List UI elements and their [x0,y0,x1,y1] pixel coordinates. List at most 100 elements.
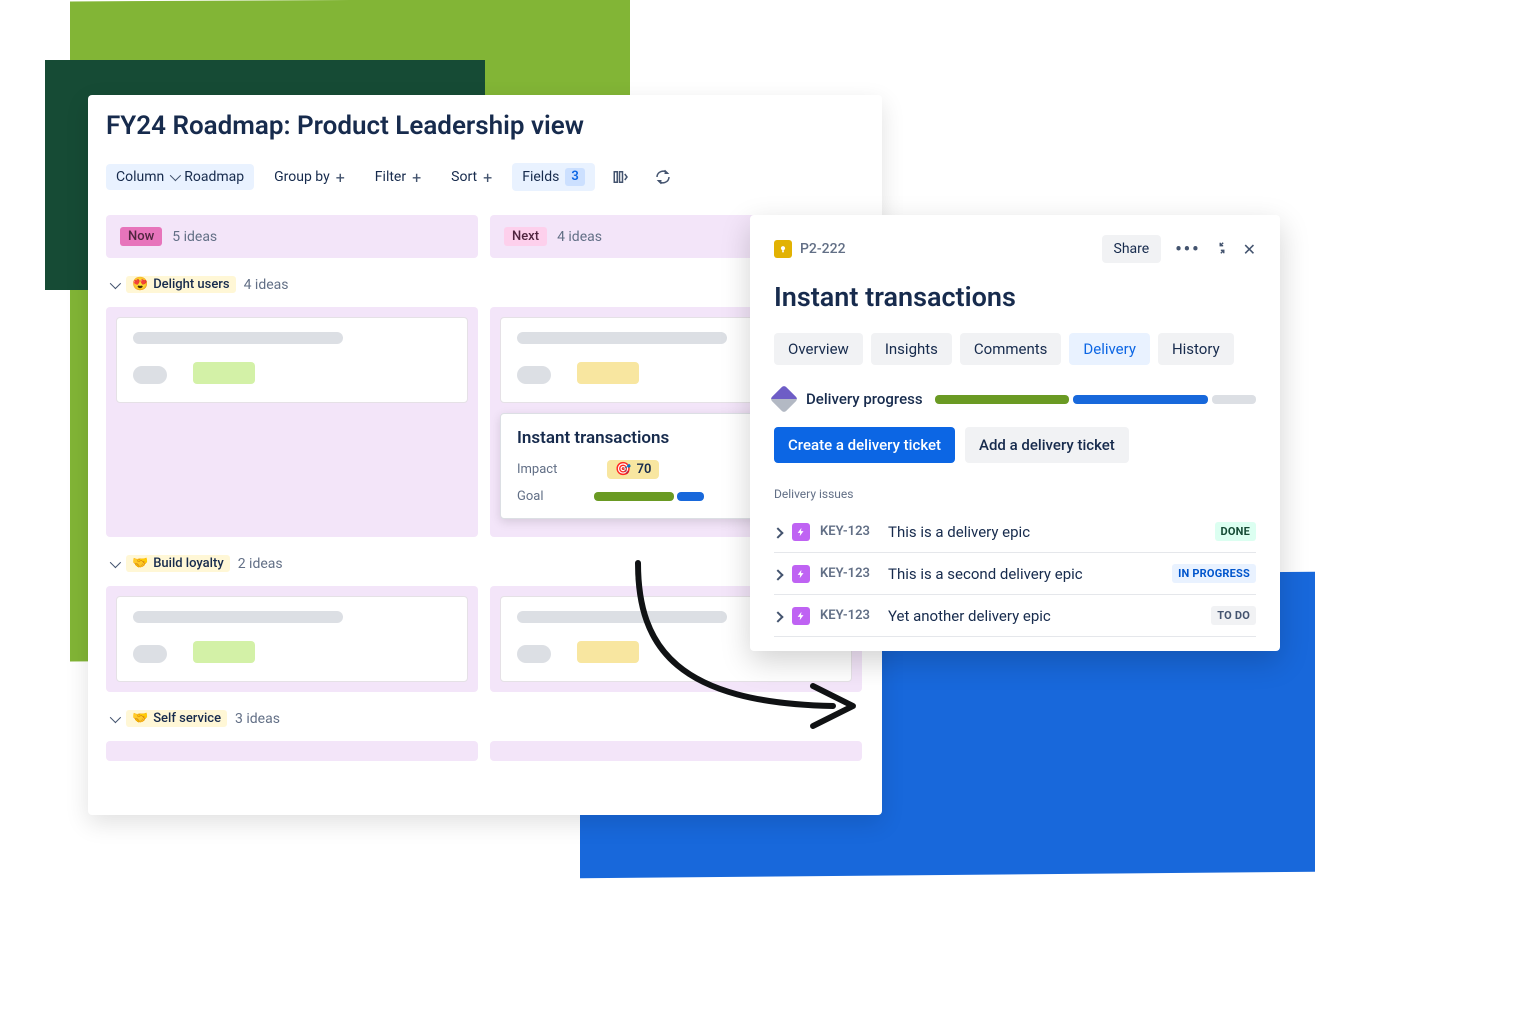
group-name: Build loyalty [153,556,224,571]
placeholder-dot [517,645,551,663]
close-icon[interactable] [1243,240,1256,259]
placeholder-pill [193,362,255,384]
group-pill: 😍 Delight users [126,276,236,293]
chevron-down-icon [110,556,118,572]
fields-count: 3 [565,168,584,186]
group-by-label: Group by [274,169,330,185]
panel-tabs: Overview Insights Comments Delivery Hist… [774,333,1256,365]
column-header: Now 5 ideas [106,215,478,258]
filter-label: Filter [375,169,406,185]
plus-icon [412,168,421,187]
placeholder-pill [577,362,639,384]
issue-title: Yet another delivery epic [888,607,1201,625]
emoji-handshake-icon: 🤝 [132,711,148,726]
group-pill: 🤝 Self service [126,710,227,727]
sort-button[interactable]: Sort [441,163,502,192]
delivery-issue-row[interactable]: KEY-123 Yet another delivery epic TO DO [774,595,1256,637]
tab-history[interactable]: History [1158,333,1234,365]
column-label: Column [116,169,164,185]
plus-icon [336,168,345,187]
chevron-down-icon [110,277,118,293]
delivery-progress-bar [935,395,1256,404]
issue-title: This is a delivery epic [888,523,1205,541]
column-settings-button[interactable] [605,161,637,193]
group-name: Delight users [153,277,229,292]
epic-icon [792,607,810,625]
delivery-issue-row[interactable]: KEY-123 This is a delivery epic DONE [774,511,1256,553]
tab-comments[interactable]: Comments [960,333,1062,365]
fields-button[interactable]: Fields 3 [512,163,595,191]
placeholder-dot [133,645,167,663]
group-by-button[interactable]: Group by [264,163,355,192]
impact-label: Impact [517,462,557,477]
progress-segment-todo [1212,395,1256,404]
placeholder-pill [577,641,639,663]
placeholder-dot [133,366,167,384]
autosave-button[interactable] [647,161,679,193]
idea-card-placeholder[interactable] [116,596,468,682]
epic-icon [792,523,810,541]
collapse-icon[interactable] [1215,240,1229,259]
more-actions-button[interactable]: ••• [1175,239,1200,260]
card-stack [490,741,862,761]
status-lozenge: DONE [1215,522,1256,541]
goal-progress-bar [594,492,704,501]
chevron-down-icon [170,169,178,185]
impact-value-pill: 🎯 70 [607,460,659,479]
group-ideas: 3 ideas [235,711,280,727]
placeholder-pill [193,641,255,663]
target-icon: 🎯 [615,462,631,477]
cell-now-delight [106,307,478,537]
filter-button[interactable]: Filter [365,163,431,192]
column-value: Roadmap [184,169,244,185]
chevron-right-icon [774,607,782,625]
delivery-issue-row[interactable]: KEY-123 This is a second delivery epic I… [774,553,1256,595]
progress-segment-inprogress [1073,395,1208,404]
placeholder-line [517,332,727,344]
panel-header-right: Share ••• [1102,235,1257,263]
board-toolbar: Column Roadmap Group by Filter Sort Fiel… [106,161,864,193]
share-button[interactable]: Share [1102,235,1162,263]
epic-icon [792,565,810,583]
idea-card-placeholder[interactable] [116,317,468,403]
delivery-cta-row: Create a delivery ticket Add a delivery … [774,427,1256,463]
create-delivery-ticket-button[interactable]: Create a delivery ticket [774,427,955,463]
chevron-right-icon [774,523,782,541]
idea-type-icon [774,240,792,258]
tab-delivery[interactable]: Delivery [1069,333,1150,365]
issue-key: KEY-123 [820,566,878,581]
chevron-down-icon [110,711,118,727]
delivery-diamond-icon [770,385,798,413]
add-delivery-ticket-button[interactable]: Add a delivery ticket [965,427,1129,463]
goal-label: Goal [517,489,544,504]
column-tag-next: Next [504,227,547,246]
card-stack [106,307,478,537]
placeholder-line [133,332,343,344]
issue-key[interactable]: P2-222 [800,241,846,257]
emoji-heart-eyes-icon: 😍 [132,277,148,292]
impact-value: 70 [637,462,652,477]
goal-segment-blue [677,492,704,501]
placeholder-dot [517,366,551,384]
fields-label: Fields [522,169,559,185]
tab-overview[interactable]: Overview [774,333,863,365]
board-title: FY24 Roadmap: Product Leadership view [106,111,864,141]
row-self-service [106,741,864,761]
issue-title: This is a second delivery epic [888,565,1162,583]
group-self-service[interactable]: 🤝 Self service 3 ideas [106,702,864,735]
plus-icon [483,168,492,187]
ideas-count: 4 ideas [557,229,602,245]
delivery-progress-label: Delivery progress [806,390,923,408]
chevron-right-icon [774,565,782,583]
group-pill: 🤝 Build loyalty [126,555,230,572]
status-lozenge: IN PROGRESS [1172,564,1256,583]
placeholder-line [517,611,727,623]
cell-now-self [106,741,478,761]
emoji-handshake-icon: 🤝 [132,556,148,571]
issue-key: KEY-123 [820,608,878,623]
cell-next-self [490,741,862,761]
column-selector[interactable]: Column Roadmap [106,164,254,190]
panel-header-left: P2-222 [774,240,846,258]
delivery-issues-label: Delivery issues [774,487,1256,501]
tab-insights[interactable]: Insights [871,333,952,365]
